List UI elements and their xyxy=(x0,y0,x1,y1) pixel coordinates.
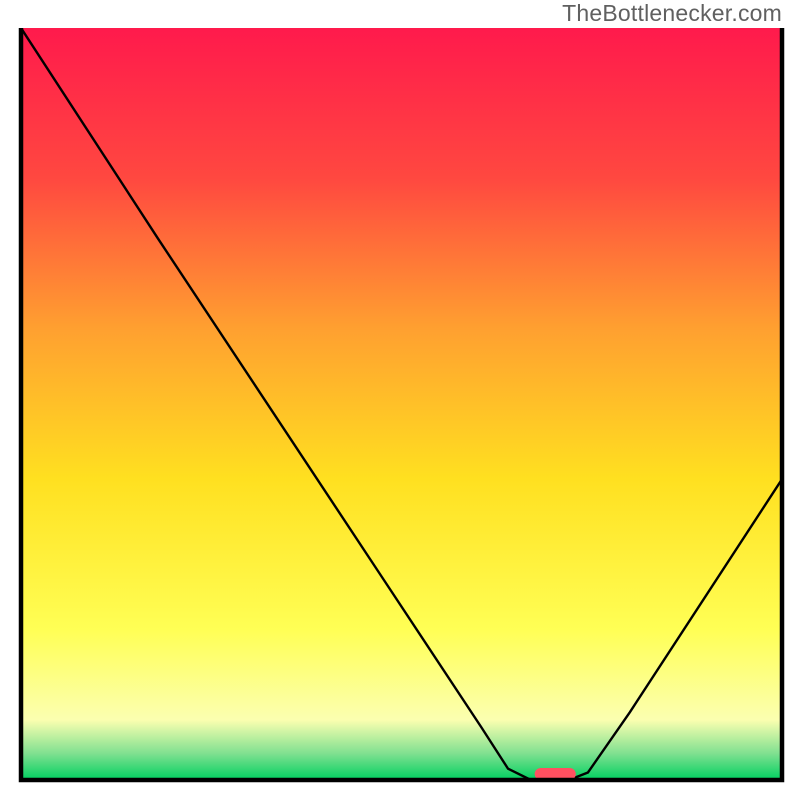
bottleneck-chart xyxy=(0,0,800,800)
attribution-label: TheBottlenecker.com xyxy=(562,0,782,27)
chart-background-gradient xyxy=(21,28,782,780)
